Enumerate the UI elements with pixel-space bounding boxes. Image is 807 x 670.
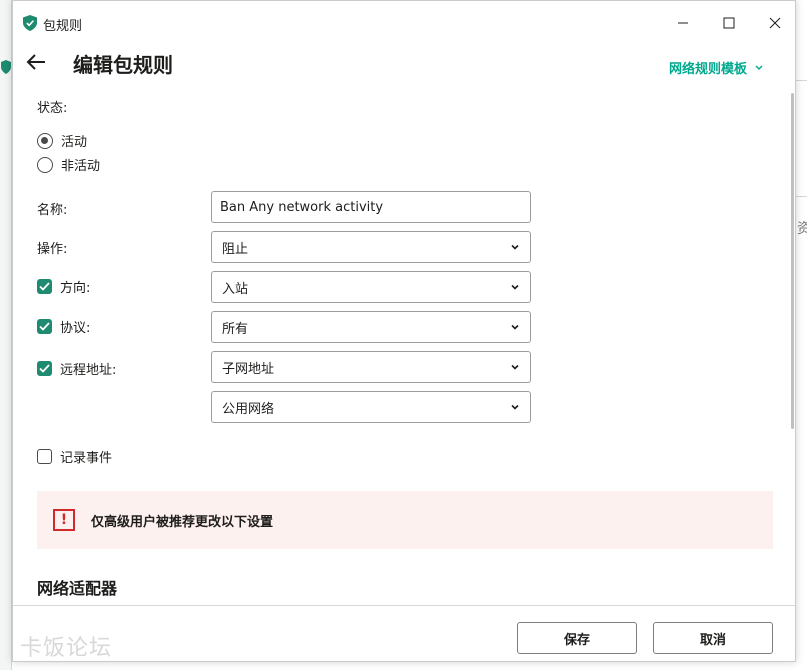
status-active-label: 活动 — [61, 135, 88, 150]
window-title: 包规则 — [43, 19, 83, 34]
status-label: 状态: — [37, 101, 68, 116]
warning-text: 仅高级用户被推荐更改以下设置 — [91, 514, 274, 530]
maximize-button[interactable] — [706, 7, 752, 39]
chevron-down-icon — [511, 364, 519, 370]
log-events-checkbox[interactable]: 记录事件 — [37, 447, 112, 466]
protocol-label: 协议: — [60, 321, 91, 336]
direction-label: 方向: — [60, 281, 91, 296]
network-type-select-value: 公用网络 — [222, 401, 275, 417]
background-text: 资 — [797, 221, 807, 237]
remote-address-label: 远程地址: — [60, 363, 117, 378]
protocol-select[interactable]: 所有 — [211, 311, 531, 343]
close-button[interactable] — [752, 7, 798, 39]
minimize-button[interactable] — [660, 7, 706, 39]
protocol-checkbox[interactable]: 协议: — [37, 317, 90, 336]
action-select-value: 阻止 — [222, 241, 249, 257]
divider — [796, 80, 807, 81]
page-header: 编辑包规则 网络规则模板 — [13, 45, 795, 85]
checkbox-checked-icon — [37, 319, 52, 334]
checkbox-checked-icon — [37, 361, 52, 376]
protocol-select-value: 所有 — [222, 321, 249, 337]
chevron-down-icon — [511, 324, 519, 330]
network-rule-template-dropdown[interactable]: 网络规则模板 — [669, 58, 763, 77]
background-right-panel — [796, 0, 807, 670]
title-bar: 包规则 — [13, 1, 795, 45]
packet-rule-dialog: 包规则 编辑包规则 网络规则模板 状态: 活动 非活动 名称: Ban Any … — [12, 0, 796, 662]
network-adapter-section-title: 网络适配器 — [37, 579, 118, 598]
action-label: 操作: — [37, 242, 68, 257]
action-select[interactable]: 阻止 — [211, 231, 531, 263]
minimize-icon — [678, 22, 688, 24]
status-active-radio[interactable]: 活动 — [37, 131, 87, 150]
background-left-panel — [0, 0, 12, 670]
chevron-down-icon — [755, 65, 763, 70]
scrollbar[interactable] — [791, 93, 794, 429]
dialog-footer: 保存 取消 — [13, 605, 795, 661]
warning-icon: ! — [53, 509, 75, 531]
direction-select[interactable]: 入站 — [211, 271, 531, 303]
name-field[interactable]: Ban Any network activity — [211, 191, 531, 223]
network-type-select[interactable]: 公用网络 — [211, 391, 531, 423]
checkbox-checked-icon — [37, 279, 52, 294]
divider — [796, 196, 807, 197]
checkbox-unchecked-icon — [37, 449, 52, 464]
back-arrow-icon[interactable] — [25, 51, 49, 73]
cancel-button[interactable]: 取消 — [653, 622, 773, 654]
chevron-down-icon — [511, 404, 519, 410]
remote-address-checkbox[interactable]: 远程地址: — [37, 359, 116, 378]
status-inactive-label: 非活动 — [61, 159, 101, 174]
direction-checkbox[interactable]: 方向: — [37, 277, 90, 296]
save-button[interactable]: 保存 — [517, 622, 637, 654]
status-inactive-radio[interactable]: 非活动 — [37, 155, 100, 174]
name-field-value: Ban Any network activity — [220, 199, 384, 215]
maximize-icon — [723, 17, 735, 29]
radio-unselected-icon — [37, 156, 53, 173]
chevron-down-icon — [511, 244, 519, 250]
log-events-label: 记录事件 — [60, 451, 113, 466]
direction-select-value: 入站 — [222, 281, 249, 297]
page-title: 编辑包规则 — [73, 53, 173, 77]
template-link-label: 网络规则模板 — [669, 62, 748, 77]
close-icon — [769, 17, 781, 29]
advanced-warning-banner: ! 仅高级用户被推荐更改以下设置 — [37, 491, 773, 549]
chevron-down-icon — [511, 284, 519, 290]
app-shield-icon — [1, 60, 11, 74]
radio-selected-icon — [37, 132, 53, 149]
watermark: 卡饭论坛 — [20, 636, 113, 661]
remote-address-select[interactable]: 子网地址 — [211, 351, 531, 383]
name-label: 名称: — [37, 203, 68, 218]
app-shield-icon — [23, 15, 37, 31]
remote-address-select-value: 子网地址 — [222, 361, 275, 377]
